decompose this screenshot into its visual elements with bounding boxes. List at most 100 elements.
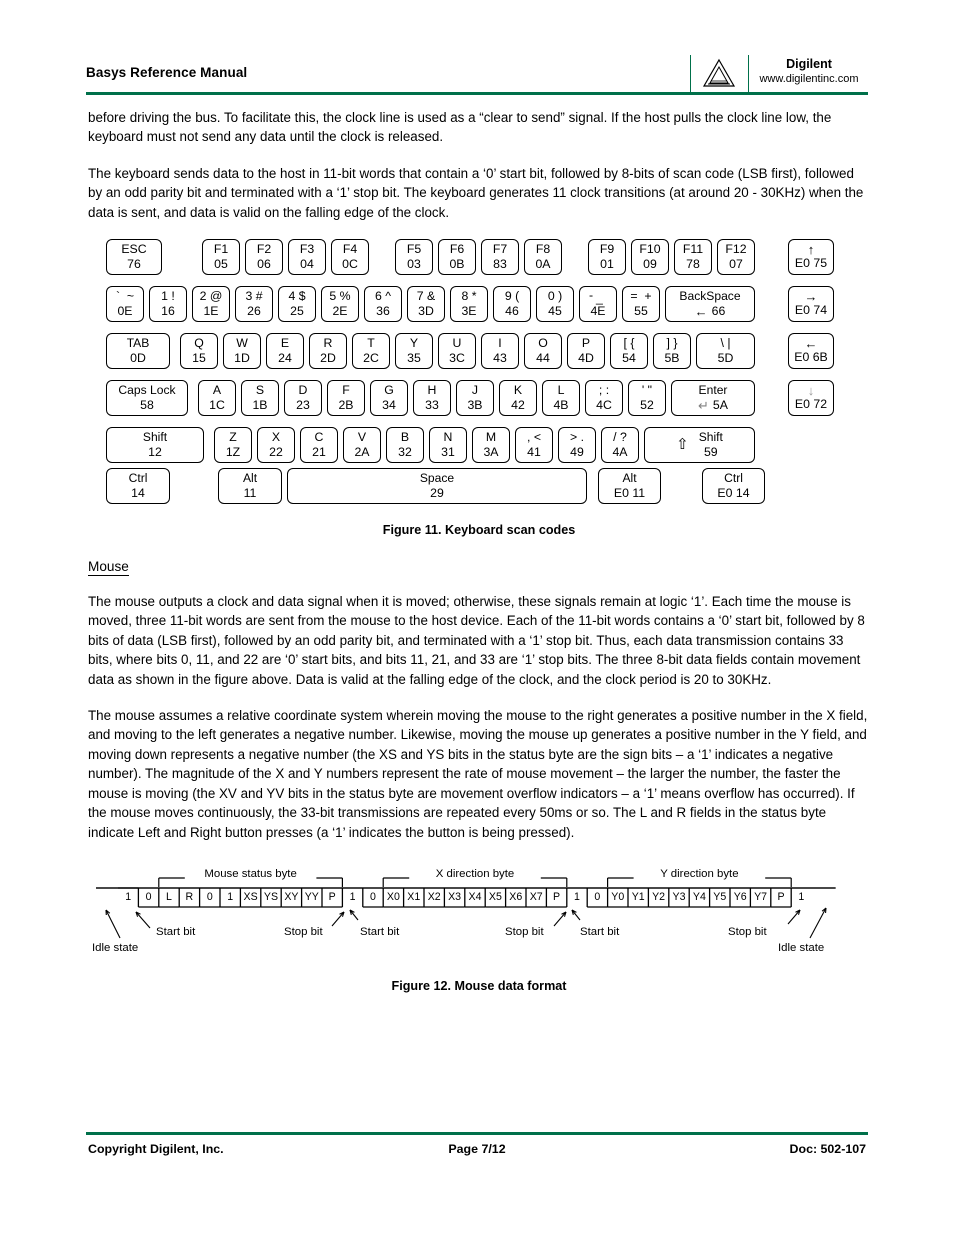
key-esc[interactable]: ESC 76 [106,239,162,276]
key-f6[interactable]: F6 0B [438,239,476,276]
key-sym[interactable]: [ {54 [610,333,648,370]
key-f5[interactable]: F5 03 [395,239,433,276]
key-z[interactable]: Z 1Z [214,427,252,464]
key-f12[interactable]: F12 07 [717,239,755,276]
key-1[interactable]: 1 ! 16 [149,286,187,323]
key-ctrl[interactable]: Ctrl E0 14 [702,468,765,505]
key-r[interactable]: R 2D [309,333,347,370]
key-q[interactable]: Q 15 [180,333,218,370]
key-sym[interactable]: ] } 5B [653,333,691,370]
key-f7[interactable]: F7 83 [481,239,519,276]
key-3[interactable]: 3 #26 [235,286,273,323]
key-sym[interactable]: / ? 4A [601,427,639,464]
key-m[interactable]: M 3A [472,427,510,464]
arrow-left-key[interactable]: ← E0 6B [788,333,834,370]
key-label: TAB [126,336,150,351]
key-d[interactable]: D 23 [284,380,322,417]
key-sym[interactable]: ' " 52 [628,380,666,417]
key-alt[interactable]: Alt 11 [218,468,282,505]
key-f3[interactable]: F3 04 [288,239,326,276]
key-j[interactable]: J 3B [456,380,494,417]
key-u[interactable]: U 3C [438,333,476,370]
key-e[interactable]: E 24 [266,333,304,370]
key-caps-lock[interactable]: Caps Lock 58 [106,380,188,417]
key-alt[interactable]: Alt E0 11 [598,468,661,505]
key-y[interactable]: Y 35 [395,333,433,370]
key-backspace[interactable]: BackSpace ← 66 [665,286,755,323]
key-space[interactable]: Space 29 [287,468,587,505]
key-code: 24 [278,351,292,366]
key-shift[interactable]: Shift 12 [106,427,204,464]
key-b[interactable]: B 32 [386,427,424,464]
key-k[interactable]: K 42 [499,380,537,417]
key-h[interactable]: H 33 [413,380,451,417]
key-f9[interactable]: F9 01 [588,239,626,276]
key-sym[interactable]: , <41 [515,427,553,464]
key-f10[interactable]: F10 09 [631,239,669,276]
key-code: 1E [203,304,219,319]
paragraph-4: The mouse assumes a relative coordinate … [88,708,868,840]
arrow-right-key[interactable]: → E0 74 [788,286,834,323]
key-code: 5A [712,398,728,413]
key-label: N [443,430,453,445]
key-enter[interactable]: Enter ↵ 5A [671,380,755,417]
key-8[interactable]: 8 * 3E [450,286,488,323]
key-4[interactable]: 4 $25 [278,286,316,323]
key-sym[interactable]: = +55 [622,286,660,323]
key-code: 31 [441,445,455,460]
key-s[interactable]: S 1B [241,380,279,417]
key-label: S [255,383,265,398]
key-tab[interactable]: TAB 0D [106,333,170,370]
key-f2[interactable]: F2 06 [245,239,283,276]
key-o[interactable]: O 44 [524,333,562,370]
key-5[interactable]: 5 % 2E [321,286,359,323]
page-footer: Copyright Digilent, Inc. Page 7/12 Doc: … [86,1142,868,1162]
key-v[interactable]: V 2A [343,427,381,464]
key-sym[interactable]: > . 49 [558,427,596,464]
key-code: 41 [527,445,541,460]
key-sym[interactable]: ; :4C [585,380,623,417]
key-l[interactable]: L 4B [542,380,580,417]
key-label: B [400,430,410,445]
key-code: 66 [711,304,726,319]
key-f11[interactable]: F11 78 [674,239,712,276]
key-x[interactable]: X 22 [257,427,295,464]
key-0[interactable]: 0 ) 45 [536,286,574,323]
arrow-up-icon: ↑ [807,242,815,258]
arrow-down-icon: ↓ [807,383,815,399]
key-label: Ctrl [128,471,148,486]
key-7[interactable]: 7 & 3D [407,286,445,323]
arrow-up-key[interactable]: ↑ E0 75 [788,239,834,276]
key-code: 1Z [225,445,241,460]
key-code: E0 11 [613,486,646,501]
key-sym[interactable]: ` ~0E [106,286,144,323]
waveform-bit-x0-13: X0 [386,890,400,903]
key-c[interactable]: C 21 [300,427,338,464]
waveform-bit-x1-14: X1 [407,890,421,903]
arrow-down-key[interactable]: ↓ E0 72 [788,380,834,417]
key-shift[interactable]: ⇧ Shift 59 [644,427,755,464]
key-label: C [314,430,324,445]
figure-12-caption: Figure 12. Mouse data format [391,978,567,993]
waveform-bit-1-11: 1 [349,890,356,903]
key-w[interactable]: W 1D [223,333,261,370]
key-f8[interactable]: F8 0A [524,239,562,276]
key-2[interactable]: 2 @1E [192,286,230,323]
key-sym[interactable]: \ | 5D [696,333,755,370]
key-code: 43 [493,351,507,366]
key-ctrl[interactable]: Ctrl 14 [106,468,170,505]
key-i[interactable]: I 43 [481,333,519,370]
key-t[interactable]: T 2C [352,333,390,370]
key-f[interactable]: F 2B [327,380,365,417]
key-p[interactable]: P 4D [567,333,605,370]
key-6[interactable]: 6 ^ 36 [364,286,402,323]
key-9[interactable]: 9 (46 [493,286,531,323]
key-sym[interactable]: - _ 4E [579,286,617,323]
key-f1[interactable]: F1 05 [202,239,240,276]
key-f4[interactable]: F4 0C [331,239,369,276]
paragraph-1: before driving the bus. To facilitate th… [88,110,832,145]
key-n[interactable]: N 31 [429,427,467,464]
key-g[interactable]: G 34 [370,380,408,417]
key-code: 21 [312,445,326,460]
key-a[interactable]: A 1C [198,380,236,417]
